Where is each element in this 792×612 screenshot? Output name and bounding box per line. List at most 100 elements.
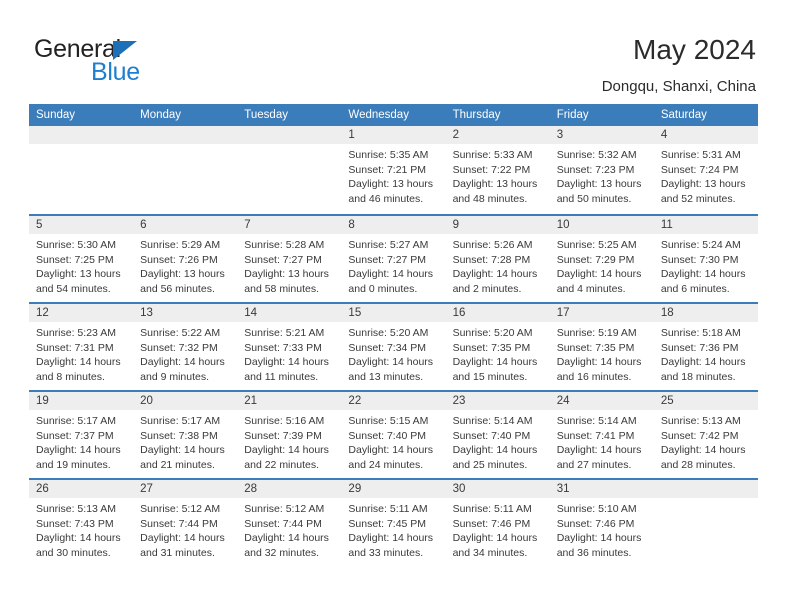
daylight-duration-line2: and 11 minutes. [244, 370, 319, 383]
daylight-duration-line2: and 27 minutes. [556, 458, 632, 471]
sunset-time: Sunset: 7:41 PM [556, 429, 635, 442]
sunrise-time: Sunrise: 5:14 AM [556, 415, 637, 427]
calendar-day-cell[interactable]: 8 Sunrise: 5:27 AM Sunset: 7:27 PM Daylight… [341, 216, 446, 302]
day-number: 16 [445, 304, 550, 322]
daylight-duration-line1: Daylight: 14 hours [660, 268, 746, 281]
day-number: 20 [133, 392, 238, 410]
sunset-time: Sunset: 7:23 PM [556, 163, 635, 176]
sunset-time: Sunset: 7:24 PM [660, 163, 739, 176]
day-details: Sunrise: 5:20 AM Sunset: 7:34 PM Daylight:… [341, 322, 445, 384]
general-blue-logo[interactable]: General Blue [34, 36, 214, 92]
sunset-time: Sunset: 7:45 PM [348, 517, 427, 530]
calendar-day-cell-empty [653, 480, 758, 566]
calendar-day-cell[interactable]: 2 Sunrise: 5:33 AM Sunset: 7:22 PM Daylight… [445, 126, 550, 214]
calendar-day-cell[interactable]: 18 Sunrise: 5:18 AM Sunset: 7:36 PM Dayligh… [653, 304, 758, 390]
calendar-day-cell[interactable]: 3 Sunrise: 5:32 AM Sunset: 7:23 PM Daylight… [549, 126, 654, 214]
sunset-time: Sunset: 7:22 PM [452, 163, 531, 176]
calendar-grid: Sunday Monday Tuesday Wednesday Thursday… [29, 104, 758, 566]
daylight-duration-line1: Daylight: 14 hours [556, 356, 642, 369]
day-details: Sunrise: 5:12 AM Sunset: 7:44 PM Daylight:… [133, 498, 237, 560]
calendar-day-cell[interactable]: 24 Sunrise: 5:14 AM Sunset: 7:41 PM Dayligh… [549, 392, 654, 478]
day-details: Sunrise: 5:35 AM Sunset: 7:21 PM Daylight:… [341, 144, 445, 206]
sunset-time: Sunset: 7:25 PM [36, 253, 114, 266]
daylight-duration-line1: Daylight: 13 hours [556, 178, 642, 191]
daylight-duration-line1: Daylight: 14 hours [556, 532, 642, 545]
calendar-day-cell[interactable]: 7 Sunrise: 5:28 AM Sunset: 7:27 PM Daylight… [237, 216, 342, 302]
calendar-day-cell[interactable]: 25 Sunrise: 5:13 AM Sunset: 7:42 PM Dayligh… [653, 392, 758, 478]
calendar-day-cell[interactable]: 31 Sunrise: 5:10 AM Sunset: 7:46 PM Dayligh… [549, 480, 654, 566]
calendar-day-cell[interactable]: 11 Sunrise: 5:24 AM Sunset: 7:30 PM Dayligh… [653, 216, 758, 302]
day-number: 31 [549, 480, 654, 498]
calendar-day-cell[interactable]: 5 Sunrise: 5:30 AM Sunset: 7:25 PM Daylight… [29, 216, 134, 302]
daylight-duration-line2: and 34 minutes. [452, 546, 528, 559]
daylight-duration-line2: and 31 minutes. [140, 546, 215, 559]
day-number: 14 [237, 304, 342, 322]
sunrise-time: Sunrise: 5:13 AM [36, 503, 116, 515]
calendar-weeks: 1 Sunrise: 5:35 AM Sunset: 7:21 PM Daylight… [29, 126, 758, 566]
calendar-day-cell[interactable]: 29 Sunrise: 5:11 AM Sunset: 7:45 PM Dayligh… [341, 480, 446, 566]
calendar-day-cell[interactable]: 19 Sunrise: 5:17 AM Sunset: 7:37 PM Dayligh… [29, 392, 134, 478]
day-number: 23 [445, 392, 550, 410]
calendar-day-cell-empty [29, 126, 134, 214]
daylight-duration-line1: Daylight: 14 hours [140, 444, 225, 457]
day-details: Sunrise: 5:24 AM Sunset: 7:30 PM Daylight:… [654, 234, 758, 296]
calendar-day-cell[interactable]: 17 Sunrise: 5:19 AM Sunset: 7:35 PM Dayligh… [549, 304, 654, 390]
day-details: Sunrise: 5:13 AM Sunset: 7:42 PM Daylight:… [654, 410, 758, 472]
calendar-day-cell[interactable]: 22 Sunrise: 5:15 AM Sunset: 7:40 PM Dayligh… [341, 392, 446, 478]
calendar-day-cell[interactable]: 12 Sunrise: 5:23 AM Sunset: 7:31 PM Dayligh… [29, 304, 134, 390]
day-details: Sunrise: 5:15 AM Sunset: 7:40 PM Daylight:… [341, 410, 445, 472]
calendar-day-cell[interactable]: 28 Sunrise: 5:12 AM Sunset: 7:44 PM Dayligh… [237, 480, 342, 566]
sunrise-time: Sunrise: 5:20 AM [452, 327, 533, 339]
daylight-duration-line1: Daylight: 14 hours [140, 356, 225, 369]
day-number: 4 [653, 126, 758, 144]
sunset-time: Sunset: 7:40 PM [452, 429, 531, 442]
sunrise-time: Sunrise: 5:10 AM [556, 503, 637, 515]
sunrise-time: Sunrise: 5:29 AM [140, 239, 221, 251]
calendar-day-cell[interactable]: 4 Sunrise: 5:31 AM Sunset: 7:24 PM Daylight… [653, 126, 758, 214]
daylight-duration-line1: Daylight: 14 hours [244, 356, 329, 369]
day-details: Sunrise: 5:17 AM Sunset: 7:37 PM Daylight:… [29, 410, 133, 472]
calendar-day-cell[interactable]: 1 Sunrise: 5:35 AM Sunset: 7:21 PM Daylight… [341, 126, 446, 214]
sunset-time: Sunset: 7:30 PM [660, 253, 739, 266]
daylight-duration-line1: Daylight: 14 hours [244, 444, 329, 457]
calendar-day-cell[interactable]: 23 Sunrise: 5:14 AM Sunset: 7:40 PM Dayligh… [445, 392, 550, 478]
day-details: Sunrise: 5:32 AM Sunset: 7:23 PM Daylight:… [550, 144, 654, 206]
calendar-day-cell[interactable]: 9 Sunrise: 5:26 AM Sunset: 7:28 PM Daylight… [445, 216, 550, 302]
calendar-day-cell[interactable]: 21 Sunrise: 5:16 AM Sunset: 7:39 PM Dayligh… [237, 392, 342, 478]
calendar-day-cell[interactable]: 26 Sunrise: 5:13 AM Sunset: 7:43 PM Dayligh… [29, 480, 134, 566]
calendar-day-cell[interactable]: 10 Sunrise: 5:25 AM Sunset: 7:29 PM Dayligh… [549, 216, 654, 302]
day-details: Sunrise: 5:30 AM Sunset: 7:25 PM Daylight:… [29, 234, 133, 296]
day-details: Sunrise: 5:13 AM Sunset: 7:43 PM Daylight:… [29, 498, 133, 560]
day-number: 12 [29, 304, 134, 322]
daylight-duration-line2: and 6 minutes. [660, 282, 730, 295]
day-number: 21 [237, 392, 342, 410]
daylight-duration-line2: and 18 minutes. [660, 370, 736, 383]
sunrise-time: Sunrise: 5:25 AM [556, 239, 637, 251]
daylight-duration-line2: and 33 minutes. [348, 546, 424, 559]
calendar-day-cell[interactable]: 27 Sunrise: 5:12 AM Sunset: 7:44 PM Dayligh… [133, 480, 238, 566]
sunset-time: Sunset: 7:46 PM [556, 517, 635, 530]
sunrise-time: Sunrise: 5:17 AM [140, 415, 221, 427]
page-header: General Blue May 2024 Dongqu, Shanxi, Ch… [0, 0, 792, 100]
daylight-duration-line2: and 21 minutes. [140, 458, 215, 471]
page-subtitle-location: Dongqu, Shanxi, China [601, 78, 756, 95]
sunrise-time: Sunrise: 5:15 AM [348, 415, 429, 427]
daylight-duration-line2: and 19 minutes. [36, 458, 111, 471]
sunset-time: Sunset: 7:33 PM [244, 341, 322, 354]
calendar-day-cell[interactable]: 14 Sunrise: 5:21 AM Sunset: 7:33 PM Dayligh… [237, 304, 342, 390]
daylight-duration-line1: Daylight: 14 hours [140, 532, 225, 545]
calendar-day-cell[interactable]: 30 Sunrise: 5:11 AM Sunset: 7:46 PM Dayligh… [445, 480, 550, 566]
daylight-duration-line1: Daylight: 14 hours [660, 444, 746, 457]
daylight-duration-line2: and 9 minutes. [140, 370, 210, 383]
sunrise-time: Sunrise: 5:30 AM [36, 239, 116, 251]
calendar-day-cell[interactable]: 15 Sunrise: 5:20 AM Sunset: 7:34 PM Dayligh… [341, 304, 446, 390]
sunrise-time: Sunrise: 5:26 AM [452, 239, 533, 251]
calendar-day-cell-empty [237, 126, 342, 214]
calendar-day-cell[interactable]: 6 Sunrise: 5:29 AM Sunset: 7:26 PM Daylight… [133, 216, 238, 302]
calendar-day-cell[interactable]: 20 Sunrise: 5:17 AM Sunset: 7:38 PM Dayligh… [133, 392, 238, 478]
sunrise-time: Sunrise: 5:21 AM [244, 327, 325, 339]
day-number: 9 [445, 216, 550, 234]
calendar-day-cell[interactable]: 13 Sunrise: 5:22 AM Sunset: 7:32 PM Dayligh… [133, 304, 238, 390]
calendar-day-cell[interactable]: 16 Sunrise: 5:20 AM Sunset: 7:35 PM Dayligh… [445, 304, 550, 390]
day-number: 22 [341, 392, 446, 410]
